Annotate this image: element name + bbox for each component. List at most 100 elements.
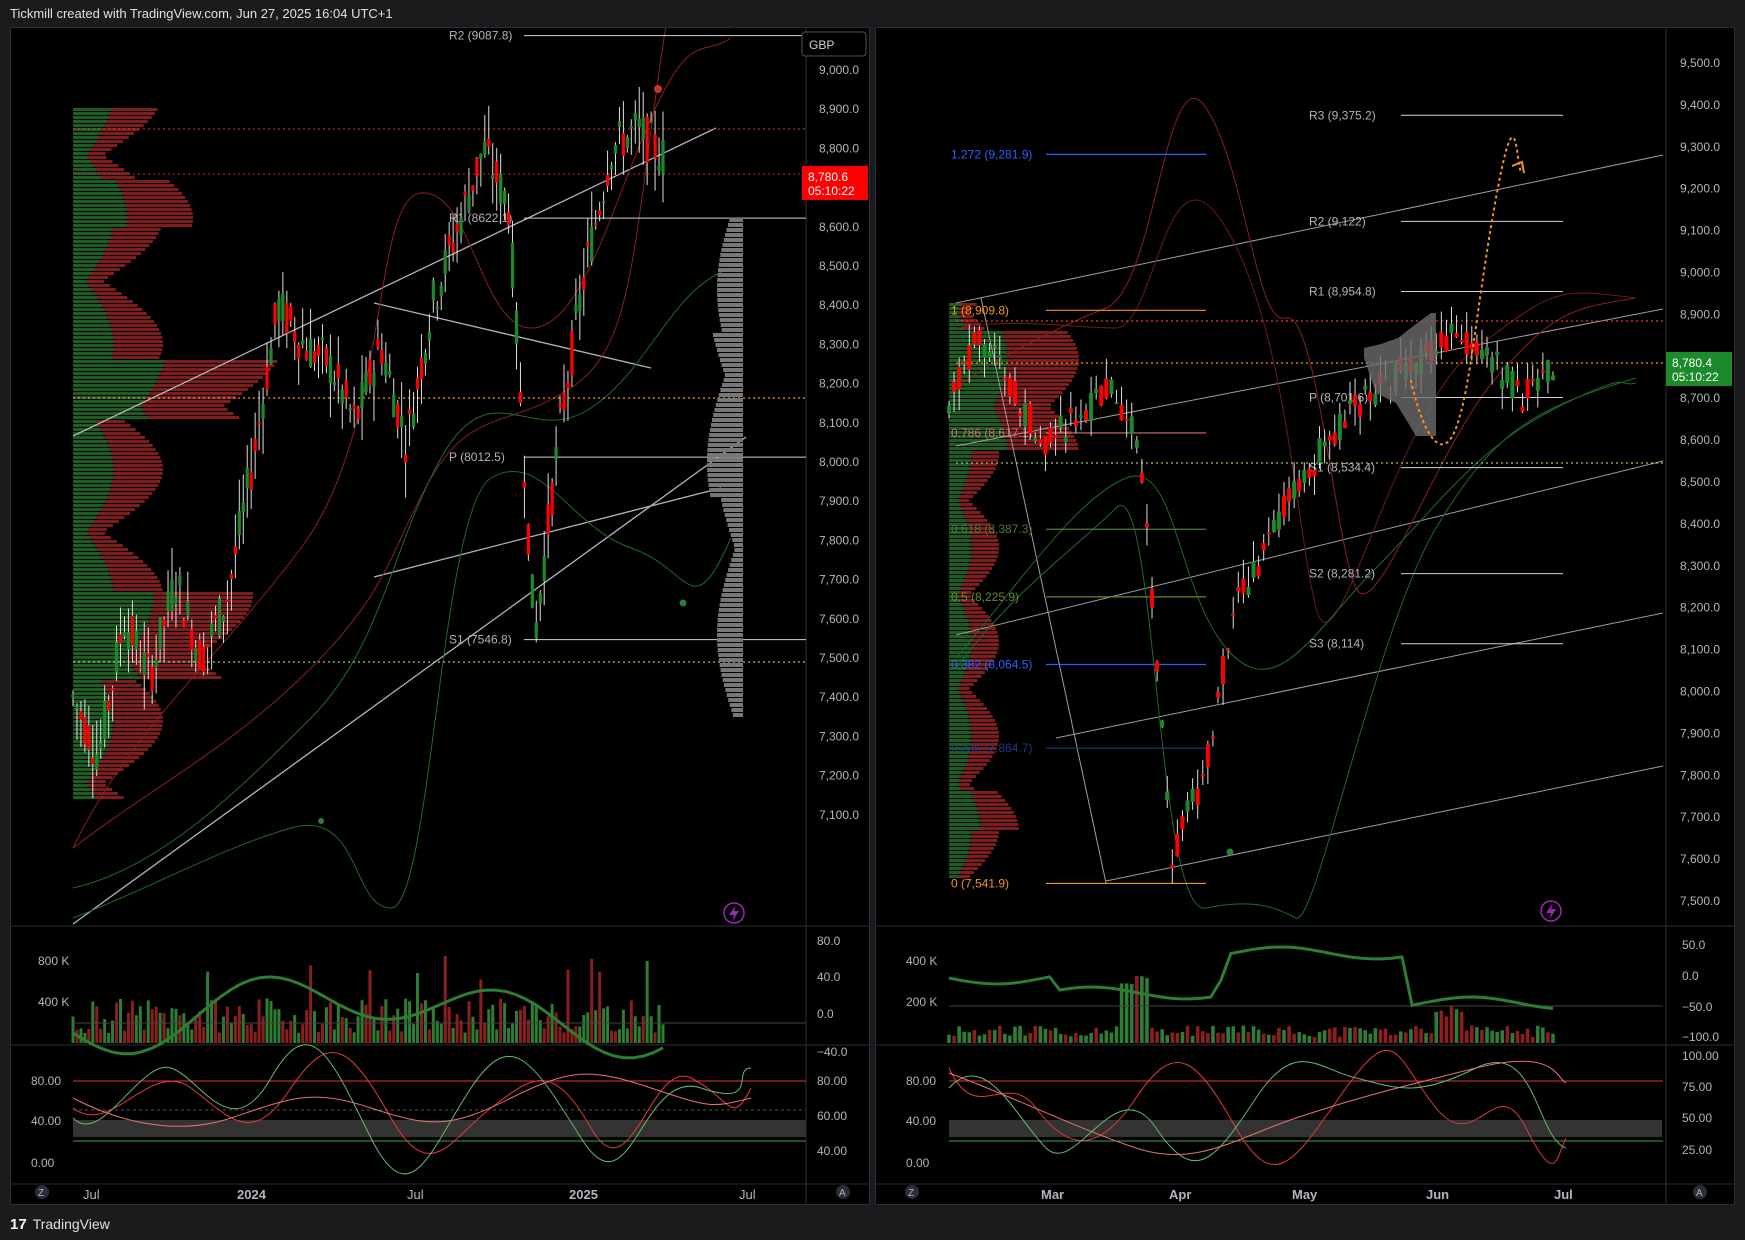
- vp-bar: [113, 716, 163, 719]
- stoch-k-line: [72, 1052, 752, 1154]
- price-tick: 7,300.0: [819, 729, 859, 743]
- vp-bar: [97, 548, 129, 551]
- vp-bar: [73, 472, 114, 475]
- vp-bar: [73, 532, 88, 535]
- candle-body: [285, 302, 289, 334]
- chart-left-canvas[interactable]: R2 (9087.8) R1 (8622.1) P (8012.5) S1 (7546…: [11, 28, 870, 1205]
- candle-body: [198, 639, 202, 671]
- vp-bar: [961, 491, 978, 494]
- volume-bar: [1414, 1026, 1418, 1043]
- stoch-tick: 25.00: [1682, 1143, 1712, 1157]
- vp-bar: [969, 847, 994, 850]
- vp-bar: [959, 779, 972, 782]
- candle-body: [1500, 380, 1505, 389]
- volume-bar: [218, 1032, 222, 1043]
- volume-bar: [1505, 1026, 1510, 1043]
- volume-bar: [439, 1023, 443, 1043]
- price-tick: 8,800.0: [819, 141, 859, 155]
- vp-bar: [164, 360, 278, 363]
- candle-body: [1129, 416, 1134, 434]
- volume-pane: 800 K 400 K: [38, 954, 806, 1043]
- vp-bar: [73, 284, 90, 287]
- candle-body: [166, 591, 170, 611]
- candle-body: [1261, 543, 1266, 551]
- vp-bar: [726, 518, 743, 522]
- chart-right-canvas[interactable]: 1.272 (9,281.9) 1 (8,909.8) 0.786 (8,617.1…: [876, 28, 1735, 1205]
- vp-bar: [709, 428, 743, 432]
- vp-bar: [1006, 367, 1078, 370]
- candle-body: [1368, 392, 1373, 402]
- vp-bar: [718, 613, 743, 617]
- currency-badge-label: GBP: [809, 38, 834, 52]
- vp-bar: [729, 218, 743, 222]
- vp-bar: [719, 603, 743, 607]
- vp-bar: [73, 496, 108, 499]
- vp-bar: [975, 803, 1009, 806]
- candle-body: [617, 121, 622, 127]
- price-tick: 8,200.0: [819, 377, 859, 391]
- vp-bar: [722, 503, 743, 507]
- volume-bar: [138, 1006, 142, 1043]
- vp-bar: [73, 156, 89, 159]
- vp-bar: [966, 479, 988, 482]
- candle-body: [1337, 413, 1342, 441]
- price-tick: 7,800.0: [819, 533, 859, 547]
- vp-bar: [110, 236, 157, 239]
- vp-bar: [949, 555, 971, 558]
- vp-bar: [970, 791, 998, 794]
- candle-body: [997, 354, 1002, 358]
- candle-body: [297, 344, 301, 359]
- vp-bar: [73, 480, 113, 483]
- vp-bar: [1005, 343, 1076, 346]
- vp-bar: [724, 373, 743, 377]
- osc-tick: −40.0: [817, 1045, 848, 1059]
- time-axis[interactable]: Jul 2024 Jul 2025 Jul: [83, 1187, 756, 1202]
- volume-bar: [384, 999, 388, 1043]
- vp-bar: [108, 744, 152, 747]
- vp-bar: [979, 815, 1016, 818]
- vp-bar: [73, 140, 96, 143]
- vp-bar: [726, 573, 743, 577]
- vp-bar: [110, 448, 156, 451]
- vp-bar: [95, 168, 125, 171]
- candle-body: [1053, 434, 1058, 438]
- time-axis[interactable]: Mar Apr May Jun Jul: [1041, 1187, 1573, 1202]
- chart-panel-left[interactable]: R2 (9087.8) R1 (8622.1) P (8012.5) S1 (7546…: [10, 27, 870, 1205]
- vp-bar: [73, 320, 110, 323]
- time-tick: May: [1292, 1187, 1318, 1202]
- trend-channel: [955, 154, 1664, 884]
- candle-body: [1322, 441, 1327, 447]
- vp-bar: [967, 571, 990, 574]
- candle-body: [467, 194, 471, 212]
- vp-bar: [73, 196, 124, 199]
- price-axis[interactable]: 9,500.0 9,400.0 9,300.0 9,200.0 9,100.0 9,000…: [1680, 56, 1720, 908]
- vp-bar: [111, 232, 159, 235]
- footer-brand[interactable]: 17 TradingView: [10, 1214, 110, 1234]
- volume-bar: [225, 1006, 229, 1043]
- volume-bar: [546, 1016, 550, 1043]
- volume-bar: [1134, 975, 1139, 1043]
- price-tick: 7,200.0: [819, 769, 859, 783]
- vp-bar: [73, 112, 110, 115]
- vp-bar: [101, 428, 136, 431]
- candle-body: [1078, 415, 1083, 418]
- vp-bar: [718, 308, 743, 312]
- volume-bar: [1454, 1009, 1459, 1043]
- candle-body: [605, 174, 610, 186]
- candle-body: [1266, 532, 1271, 535]
- volume-bar: [210, 1000, 214, 1043]
- volume-bar: [1018, 1025, 1022, 1043]
- candle-body: [71, 694, 75, 698]
- volume-bar: [633, 1016, 637, 1043]
- chart-panel-right[interactable]: 1.272 (9,281.9) 1 (8,909.8) 0.786 (8,617.1…: [875, 27, 1735, 1205]
- vp-bar: [966, 707, 987, 710]
- price-tick: 9,000.0: [819, 63, 859, 77]
- vp-bar: [73, 272, 92, 275]
- volume-bar: [126, 1012, 130, 1043]
- volume-bar: [158, 1012, 162, 1043]
- vp-bar: [73, 120, 107, 123]
- candle-body: [352, 405, 356, 409]
- volume-bar: [91, 1001, 95, 1043]
- vp-bar: [93, 164, 119, 167]
- volume-bar: [281, 1020, 285, 1043]
